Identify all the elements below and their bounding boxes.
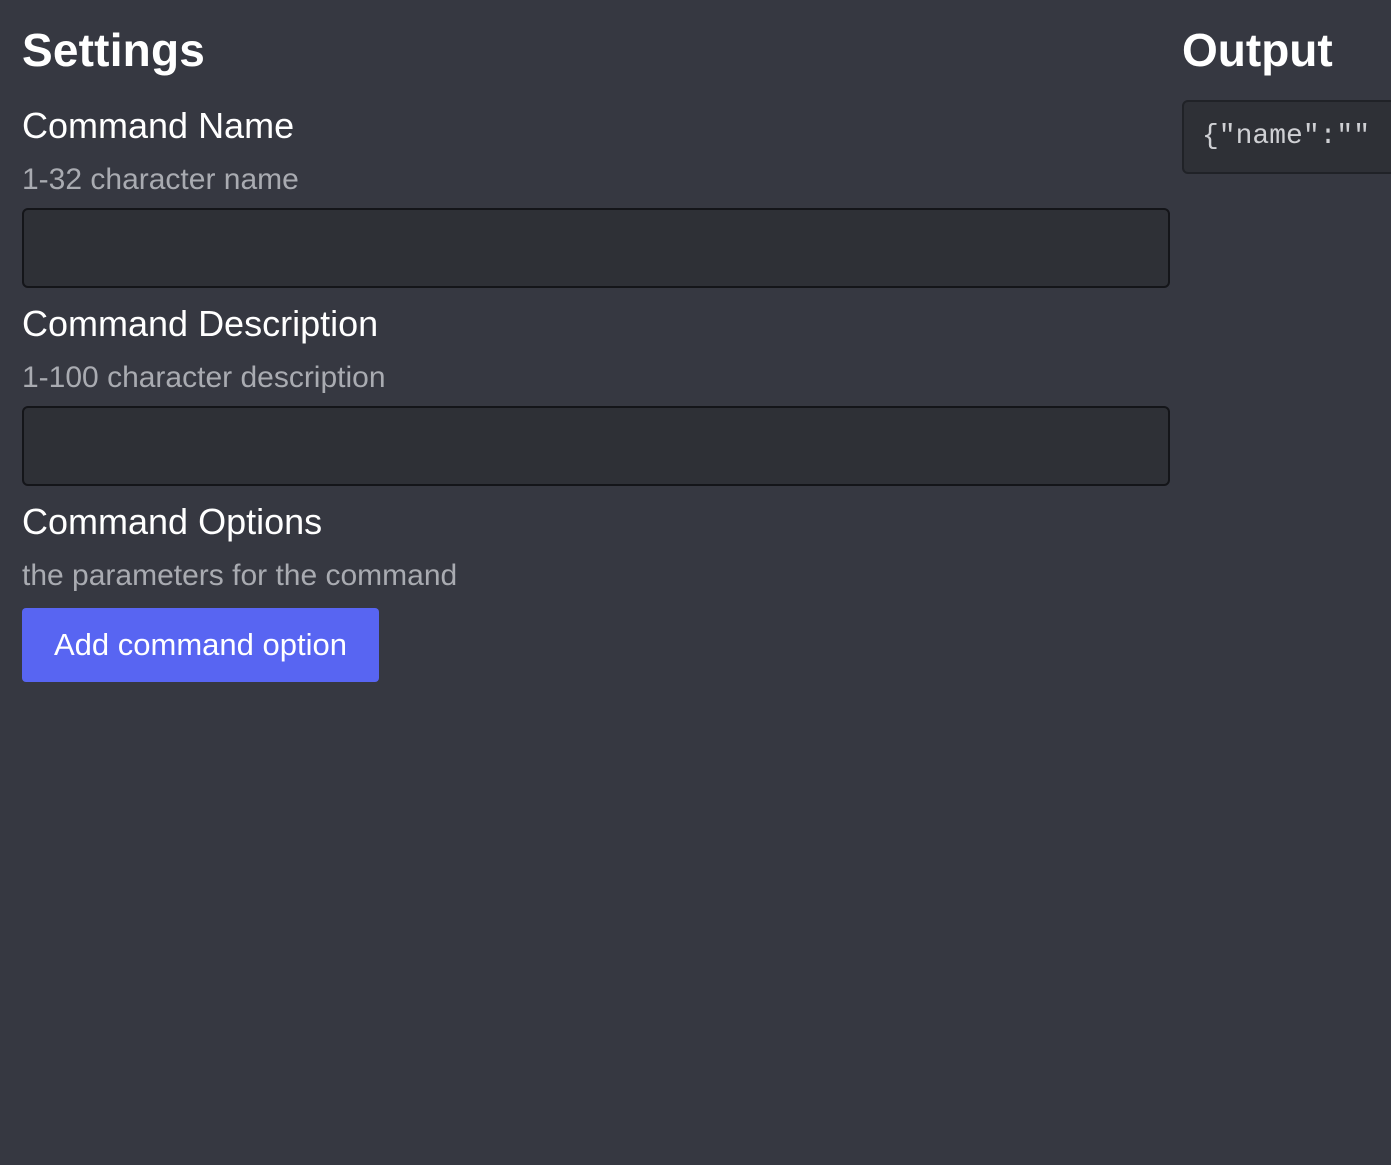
output-title: Output: [1182, 24, 1333, 76]
command-name-description: 1-32 character name: [22, 163, 299, 196]
add-command-option-button[interactable]: Add command option: [22, 608, 379, 682]
command-description-input[interactable]: [22, 406, 1170, 486]
command-options-label: Command Options: [22, 501, 323, 542]
command-name-label: Command Name: [22, 105, 295, 146]
command-builder-page: Settings Command Name 1-32 character nam…: [0, 0, 1391, 1165]
output-panel: Output {"name":"": [1182, 22, 1391, 174]
command-options-description: the parameters for the command: [22, 559, 458, 592]
command-description-description: 1-100 character description: [22, 361, 386, 394]
settings-title: Settings: [22, 24, 206, 76]
command-description-label: Command Description: [22, 303, 379, 344]
output-json-box[interactable]: {"name":"": [1182, 100, 1391, 174]
command-name-input[interactable]: [22, 208, 1170, 288]
settings-panel: Settings Command Name 1-32 character nam…: [22, 22, 1170, 682]
